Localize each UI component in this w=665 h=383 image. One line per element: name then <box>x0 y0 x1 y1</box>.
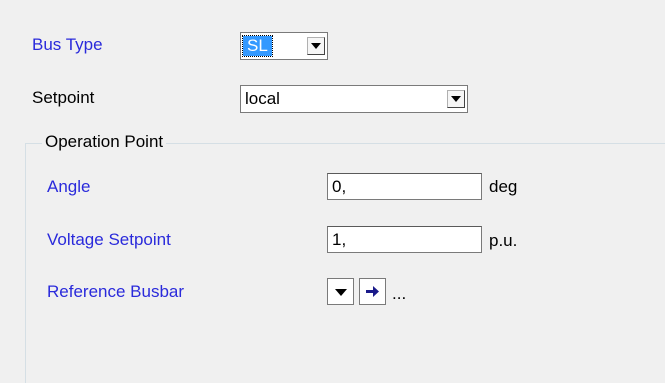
setpoint-label: Setpoint <box>32 88 95 107</box>
voltage-setpoint-unit: p.u. <box>489 231 518 250</box>
bus-type-dropdown[interactable]: SL <box>240 32 328 60</box>
chevron-down-icon[interactable] <box>307 37 325 55</box>
voltage-setpoint-input[interactable]: 1, <box>327 226 482 253</box>
chevron-down-icon[interactable] <box>447 90 465 108</box>
angle-unit: deg <box>489 177 518 196</box>
voltage-setpoint-label: Voltage Setpoint <box>47 230 171 249</box>
arrow-right-icon[interactable] <box>359 278 386 305</box>
angle-input[interactable]: 0, <box>327 173 482 200</box>
setpoint-value: local <box>245 89 280 108</box>
operation-point-title: Operation Point <box>42 132 167 152</box>
bus-type-label: Bus Type <box>32 35 103 54</box>
bus-type-value: SL <box>242 35 273 57</box>
chevron-down-icon[interactable] <box>327 278 354 305</box>
reference-busbar-ellipsis[interactable]: ... <box>392 284 406 304</box>
arrow-right-glyph <box>366 286 379 297</box>
angle-label: Angle <box>47 177 91 196</box>
setpoint-dropdown[interactable]: local <box>240 85 468 113</box>
reference-busbar-label: Reference Busbar <box>47 282 185 301</box>
